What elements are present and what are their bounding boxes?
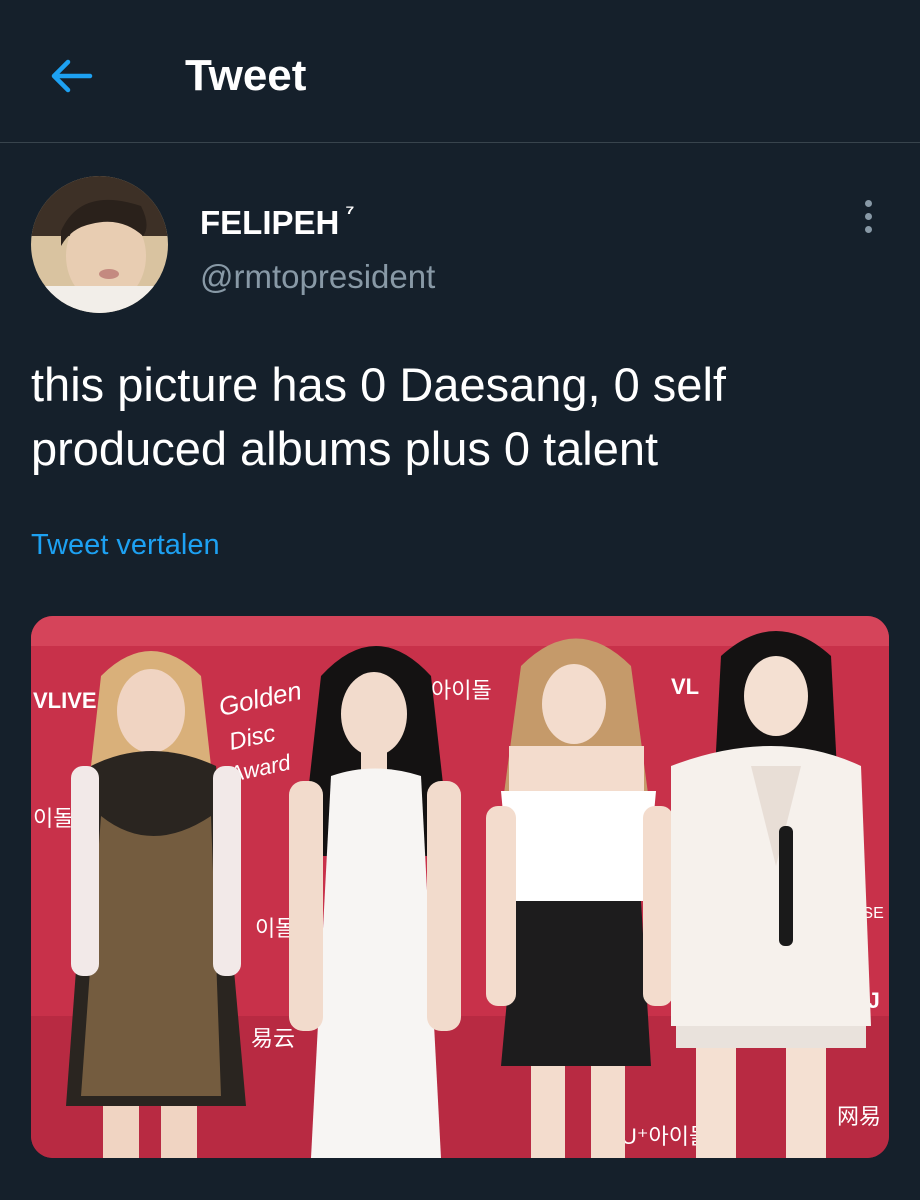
more-options-button[interactable] (850, 192, 886, 240)
backdrop-text-netease-cloud: 易云 (251, 1026, 295, 1051)
photo-image: VLIVE 아이돌 VL Golden Disc Award 이돌 이돌 易云 … (31, 616, 889, 1158)
backdrop-text-netease-right: 网易 (837, 1104, 881, 1129)
author-badge: ⁷ (345, 200, 355, 225)
backdrop-text-vlive-right: VL (671, 674, 699, 699)
author-display-name: FELIPEH (200, 204, 340, 241)
avatar[interactable] (31, 176, 168, 313)
arrow-left-icon (51, 59, 93, 93)
tweet-text: this picture has 0 Daesang, 0 self produ… (31, 358, 726, 475)
page-title: Tweet (185, 51, 307, 100)
author-handle[interactable]: @rmtopresident (200, 256, 435, 298)
backdrop-text-vlive-left: VLIVE (33, 688, 97, 713)
author-name[interactable]: FELIPEH ⁷ (200, 192, 354, 244)
backdrop-text-idol-top: 아이돌 (431, 678, 492, 703)
backdrop-text-idol-left: 이돌 (33, 806, 73, 831)
tweet-photo[interactable]: VLIVE 아이돌 VL Golden Disc Award 이돌 이돌 易云 … (31, 616, 889, 1158)
backdrop-text-idol-bottom: U⁺아이돌 (621, 1124, 709, 1149)
translate-tweet-link[interactable]: Tweet vertalen (31, 526, 220, 564)
avatar-image (31, 176, 168, 313)
back-button[interactable] (44, 48, 100, 104)
header-bar: Tweet (0, 0, 920, 143)
more-vertical-icon (864, 199, 872, 207)
